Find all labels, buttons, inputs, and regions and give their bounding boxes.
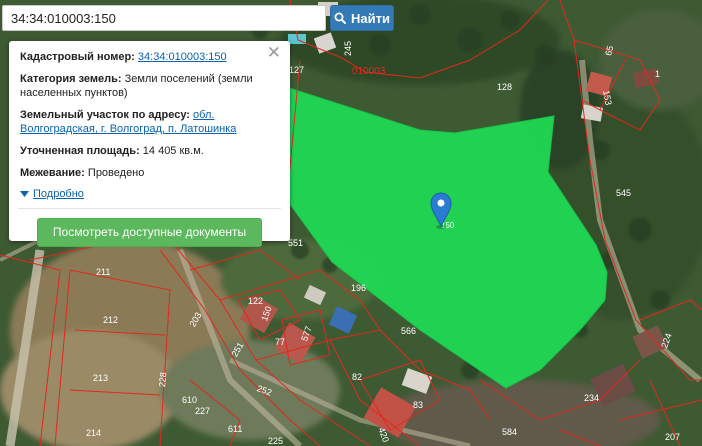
parcel-label: 128: [497, 82, 512, 92]
area-label: Уточненная площадь:: [20, 145, 140, 157]
parcel-label: 566: [401, 326, 416, 336]
popup-divider: [18, 208, 281, 209]
parcel-label: 010003: [352, 66, 386, 77]
parcel-label: 127: [289, 65, 304, 75]
parcel-label: 213: [93, 373, 108, 383]
cadastral-label: Кадастровый номер:: [20, 51, 135, 63]
parcel-label: 245: [343, 41, 353, 56]
parcel-label: 611: [228, 424, 242, 434]
parcel-label: 207: [665, 432, 680, 442]
cadastral-number-link[interactable]: 34:34:010003:150: [138, 51, 227, 63]
parcel-label: 545: [616, 188, 631, 198]
parcel-label: 212: [103, 315, 118, 325]
parcel-label: 214: [86, 428, 101, 438]
parcel-label: 234: [584, 393, 599, 403]
caret-down-icon: [20, 190, 29, 197]
survey-label: Межевание:: [20, 167, 85, 179]
parcel-label: 551: [288, 238, 303, 248]
view-documents-button[interactable]: Посмотреть доступные документы: [37, 218, 262, 247]
parcel-label: 77: [275, 337, 285, 347]
parcel-label: 227: [195, 406, 210, 416]
parcel-label: 1: [655, 69, 660, 79]
search-icon: [334, 12, 347, 24]
survey-row: Межевание: Проведено: [20, 166, 279, 180]
search-button[interactable]: Найти: [330, 5, 394, 31]
parcel-label: 584: [502, 427, 517, 437]
parcel-label: 82: [352, 372, 362, 382]
details-toggle[interactable]: Подробно: [20, 188, 279, 200]
parcel-label: 196: [351, 283, 366, 293]
parcel-label: 122: [248, 296, 263, 306]
details-toggle-label: Подробно: [33, 188, 84, 200]
category-label: Категория земель:: [20, 73, 122, 85]
area-row: Уточненная площадь: 14 405 кв.м.: [20, 144, 279, 158]
address-label: Земельный участок по адресу:: [20, 109, 190, 121]
category-row: Категория земель: Земли поселений (земли…: [20, 72, 279, 100]
parcel-label: 83: [413, 400, 423, 410]
survey-value: Проведено: [87, 167, 145, 179]
search-button-label: Найти: [351, 10, 390, 26]
address-row: Земельный участок по адресу: обл. Волгог…: [20, 108, 279, 136]
search-box: [2, 5, 326, 31]
area-value: 14 405 кв.м.: [142, 145, 204, 157]
parcel-info-popup: ✕ Кадастровый номер: 34:34:010003:150 Ка…: [9, 41, 290, 247]
parcel-label: 225: [268, 436, 283, 446]
close-icon[interactable]: ✕: [267, 44, 281, 62]
parcel-label: 228: [157, 372, 168, 388]
search-input[interactable]: [3, 6, 325, 30]
parcel-label: 610: [182, 395, 197, 405]
parcel-label: 211: [96, 267, 110, 277]
cadastral-row: Кадастровый номер: 34:34:010003:150: [20, 50, 279, 64]
